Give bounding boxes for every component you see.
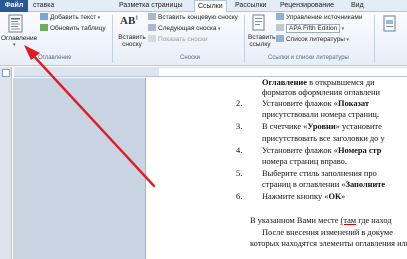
ribbon-separator xyxy=(244,15,245,63)
chevron-down-icon[interactable]: ▾ xyxy=(13,41,16,50)
insert-citation-button[interactable]: Вставить ссылку xyxy=(248,34,276,48)
horizontal-ruler[interactable] xyxy=(14,67,407,77)
doc-line: присутствовали номера страниц. xyxy=(262,110,380,119)
list-item: Установите флажок «Показат xyxy=(262,99,369,108)
captions-icon[interactable] xyxy=(383,15,397,33)
manage-sources-button[interactable]: Управление источниками xyxy=(276,13,363,22)
next-footnote-icon xyxy=(148,24,156,31)
doc-line: присутствовать все заголовки до у xyxy=(262,134,385,143)
toc-icon[interactable] xyxy=(8,14,24,34)
group-label-toc: Оглавление xyxy=(38,55,72,61)
update-table-button[interactable]: Обновить таблицу xyxy=(40,24,106,33)
footnote-icon[interactable]: AB1 xyxy=(120,15,140,33)
list-number: 3. xyxy=(236,122,243,131)
group-label-footnotes: Сноски xyxy=(180,55,200,61)
tab-view[interactable]: Вид xyxy=(348,0,367,12)
tab-mailings[interactable]: Рассылки xyxy=(232,0,269,12)
tab-review[interactable]: Рецензирование xyxy=(277,0,337,12)
bibliography-button[interactable]: Список литературы ▾ xyxy=(276,35,349,45)
list-item: Установите флажок «Номера стр xyxy=(262,146,382,155)
show-notes-button[interactable]: Показать сноски xyxy=(148,35,208,44)
insert-footnote-button[interactable]: Вставить сноску xyxy=(118,34,146,48)
list-number: 2. xyxy=(236,99,243,108)
document-page[interactable]: Оглавление в открывшемся ди форматов офо… xyxy=(145,78,407,259)
add-text-button[interactable]: Добавить текст ▾ xyxy=(40,13,100,23)
show-notes-icon xyxy=(148,35,156,42)
list-item: Нажмите кнопку «ОК» xyxy=(262,192,346,201)
endnote-icon xyxy=(148,13,156,20)
next-footnote-button[interactable]: Следующая сноска ▾ xyxy=(148,24,220,34)
list-item: В счетчике «Уровни» установите xyxy=(262,122,382,131)
group-label-citations: Ссылки и списки литературы xyxy=(268,55,349,61)
insert-endnote-button[interactable]: Вставить концевую сноску xyxy=(148,13,238,22)
tab-insert[interactable]: ставка xyxy=(30,0,57,12)
doc-line: номера страниц вправо. xyxy=(262,157,347,166)
doc-paragraph: После внесения изменений в докуме xyxy=(262,228,393,237)
style-dropdown[interactable]: APA Fifth Edition xyxy=(286,24,341,33)
tab-selector[interactable] xyxy=(2,69,10,77)
refresh-icon xyxy=(40,24,48,31)
bibliography-icon xyxy=(276,35,284,42)
sources-icon xyxy=(276,13,284,20)
list-item: Выберите стиль заполнения про xyxy=(262,169,377,178)
style-selector[interactable]: APA Fifth Edition ▾ xyxy=(276,24,344,34)
doc-paragraph: В указанном Вами месте (там где наход xyxy=(250,216,392,225)
list-number: 4. xyxy=(236,146,243,155)
list-number: 5. xyxy=(236,169,243,178)
ribbon-tabs: Файл ставка Разметка страницы Ссылки Рас… xyxy=(0,0,407,13)
ribbon-separator xyxy=(112,15,113,63)
doc-line: страниц в оглавлении «Заполните xyxy=(262,180,386,189)
vertical-ruler[interactable] xyxy=(0,67,12,259)
citation-icon[interactable] xyxy=(252,14,266,32)
ribbon-separator xyxy=(374,15,375,63)
tab-page-layout[interactable]: Разметка страницы xyxy=(116,0,186,12)
add-text-icon xyxy=(40,13,48,20)
ruler-text-area xyxy=(159,68,407,76)
list-number: 6. xyxy=(236,192,243,201)
style-icon xyxy=(276,24,284,31)
doc-paragraph: которых находятся элементы оглавления ил… xyxy=(250,239,407,248)
tab-file[interactable]: Файл xyxy=(0,0,28,12)
toc-button-label[interactable]: Оглавление xyxy=(1,34,37,43)
ribbon: Оглавление ▾ Добавить текст ▾ Обновить т… xyxy=(0,12,407,66)
doc-line: форматов оформления оглавлени xyxy=(262,88,380,97)
